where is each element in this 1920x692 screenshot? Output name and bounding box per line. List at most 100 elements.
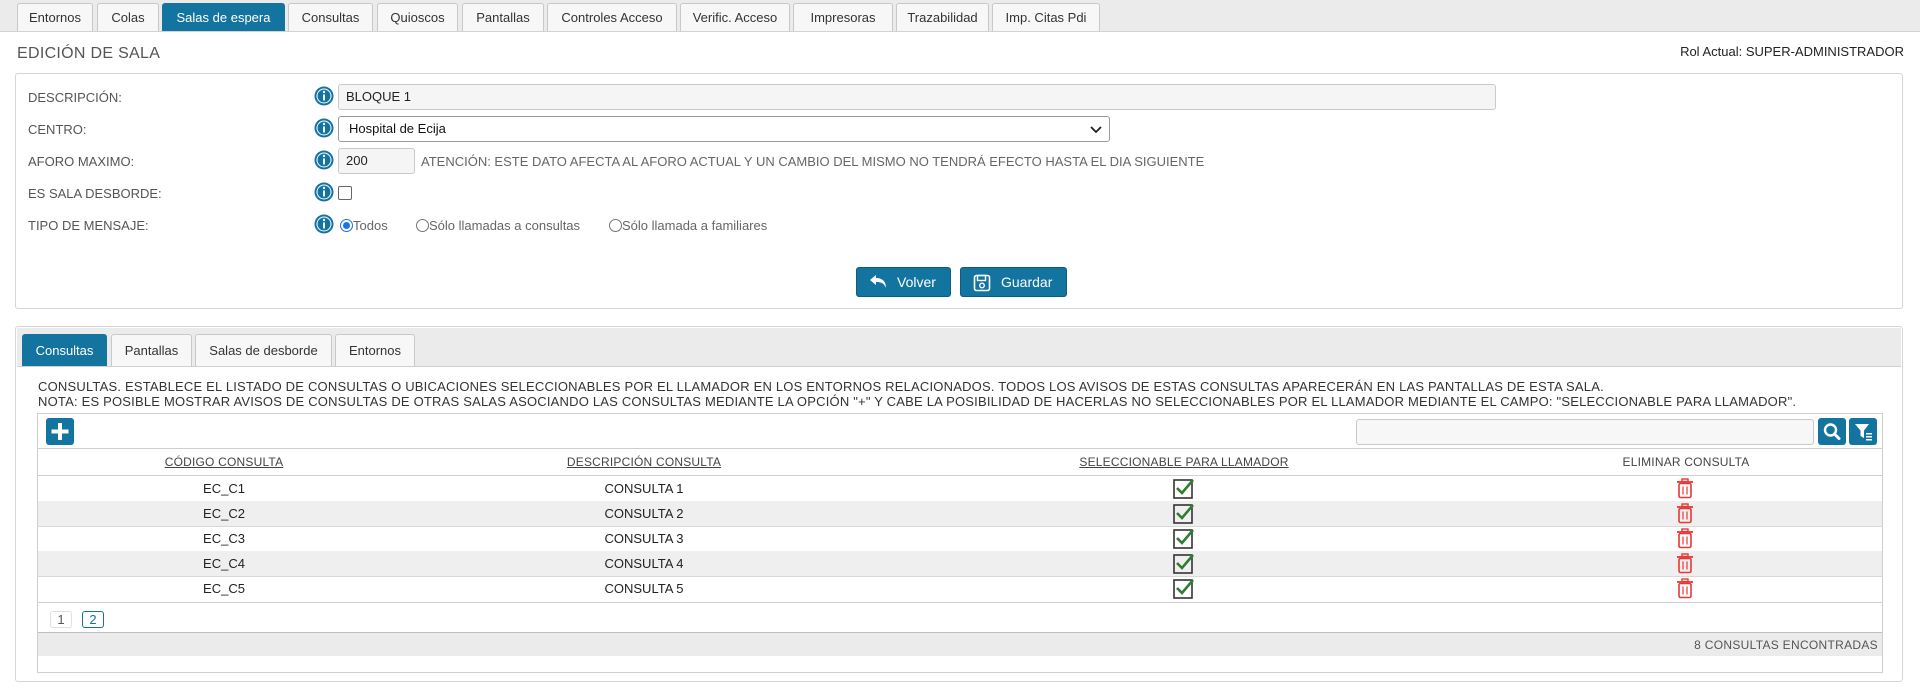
header-descripcion-consulta[interactable]: DESCRIPCIÓN CONSULTA xyxy=(410,455,878,469)
radio-solo-familiares-label: Sólo llamada a familiares xyxy=(622,218,768,233)
tab-entornos[interactable]: Entornos xyxy=(17,3,93,31)
filter-button[interactable] xyxy=(1849,418,1877,445)
subtab-consultas[interactable]: Consultas xyxy=(22,334,107,366)
back-button[interactable]: Volver xyxy=(856,267,951,297)
table-row: EC_C4 CONSULTA 4 xyxy=(38,551,1882,577)
subtab-entornos[interactable]: Entornos xyxy=(335,334,415,366)
header-eliminar-consulta: ELIMINAR CONSULTA xyxy=(1622,455,1750,469)
radio-solo-consultas-label: Sólo llamadas a consultas xyxy=(429,218,581,233)
filter-icon xyxy=(1855,424,1872,441)
top-tab-bar: Entornos Colas Salas de espera Consultas… xyxy=(0,0,1920,32)
cell-descripcion: CONSULTA 3 xyxy=(604,531,684,546)
table-row: EC_C5 CONSULTA 5 xyxy=(38,576,1882,601)
save-floppy-icon xyxy=(973,274,991,292)
page-1: 1 xyxy=(50,611,72,628)
add-consulta-button[interactable] xyxy=(46,418,74,445)
save-button-label: Guardar xyxy=(1001,274,1053,290)
search-input[interactable] xyxy=(1356,419,1814,445)
checkbox-checked-icon[interactable] xyxy=(1173,478,1195,499)
tab-impresoras[interactable]: Impresoras xyxy=(793,3,893,31)
search-button[interactable] xyxy=(1818,418,1846,445)
trash-icon[interactable] xyxy=(1676,528,1694,549)
tab-pantallas[interactable]: Pantallas xyxy=(462,3,544,31)
save-button[interactable]: Guardar xyxy=(960,267,1067,297)
tab-imp-citas-pdi[interactable]: Imp. Citas Pdi xyxy=(992,3,1100,31)
desborde-checkbox[interactable] xyxy=(338,186,352,200)
trash-icon[interactable] xyxy=(1676,553,1694,574)
tab-quioscos[interactable]: Quioscos xyxy=(377,3,458,31)
radio-todos-label: Todos xyxy=(353,218,388,233)
cell-descripcion: CONSULTA 5 xyxy=(604,581,684,596)
plus-icon xyxy=(51,423,69,440)
results-count: 8 CONSULTAS ENCONTRADAS xyxy=(1694,638,1878,652)
radio-solo-consultas[interactable] xyxy=(416,219,429,232)
centro-label: CENTRO: xyxy=(28,122,87,137)
consultas-description: CONSULTAS. ESTABLECE EL LISTADO DE CONSU… xyxy=(38,379,1604,394)
search-icon xyxy=(1823,423,1841,440)
undo-arrow-icon xyxy=(870,275,886,288)
info-icon[interactable] xyxy=(314,118,334,138)
checkbox-checked-icon[interactable] xyxy=(1173,553,1195,574)
checkbox-checked-icon[interactable] xyxy=(1173,503,1195,524)
info-icon[interactable] xyxy=(314,182,334,202)
descripcion-label: DESCRIPCIÓN: xyxy=(28,90,122,105)
info-icon[interactable] xyxy=(314,214,334,234)
tipo-mensaje-label: TIPO DE MENSAJE: xyxy=(28,218,149,233)
consultas-note: NOTA: ES POSIBLE MOSTRAR AVISOS DE CONSU… xyxy=(38,394,1797,409)
cell-descripcion: CONSULTA 2 xyxy=(604,506,684,521)
subtab-pantallas[interactable]: Pantallas xyxy=(111,334,192,366)
aforo-label: AFORO MAXIMO: xyxy=(28,154,135,169)
results-footer: 8 CONSULTAS ENCONTRADAS xyxy=(38,632,1882,656)
sub-tab-bar: Consultas Pantallas Salas de desborde En… xyxy=(17,328,1901,367)
subtab-salas-de-desborde[interactable]: Salas de desborde xyxy=(195,334,332,366)
header-codigo-consulta[interactable]: CÓDIGO CONSULTA xyxy=(38,455,410,469)
consultas-table: CÓDIGO CONSULTA DESCRIPCIÓN CONSULTA SEL… xyxy=(37,413,1883,673)
cell-codigo: EC_C2 xyxy=(203,506,245,521)
tab-consultas[interactable]: Consultas xyxy=(288,3,373,31)
consultas-panel: Consultas Pantallas Salas de desborde En… xyxy=(15,326,1903,682)
table-row: EC_C1 CONSULTA 1 xyxy=(38,476,1882,502)
cell-codigo: EC_C3 xyxy=(203,531,245,546)
room-edit-form: DESCRIPCIÓN: BLOQUE 1 CENTRO: Hospital d… xyxy=(15,73,1903,309)
aforo-warning: ATENCIÓN: ESTE DATO AFECTA AL AFORO ACTU… xyxy=(421,154,1205,169)
table-header: CÓDIGO CONSULTA DESCRIPCIÓN CONSULTA SEL… xyxy=(38,449,1882,476)
radio-solo-familiares[interactable] xyxy=(609,219,622,232)
cell-descripcion: CONSULTA 1 xyxy=(604,481,684,496)
descripcion-input[interactable]: BLOQUE 1 xyxy=(338,84,1496,110)
info-icon[interactable] xyxy=(314,86,334,106)
centro-selected-value: Hospital de Ecija xyxy=(349,121,446,136)
row-centro: CENTRO: Hospital de Ecija xyxy=(16,116,1896,142)
table-row: EC_C3 CONSULTA 3 xyxy=(38,526,1882,552)
current-role: Rol Actual: SUPER-ADMINISTRADOR xyxy=(1680,44,1904,59)
table-toolbar xyxy=(38,414,1882,449)
info-icon[interactable] xyxy=(314,150,334,170)
centro-select[interactable]: Hospital de Ecija xyxy=(338,116,1110,142)
back-button-label: Volver xyxy=(897,274,936,290)
tab-verific-acceso[interactable]: Verific. Acceso xyxy=(680,3,790,31)
row-aforo: AFORO MAXIMO: 200 ATENCIÓN: ESTE DATO AF… xyxy=(16,148,1896,174)
header-seleccionable[interactable]: SELECCIONABLE PARA LLAMADOR xyxy=(928,455,1440,469)
page-title: EDICIÓN DE SALA xyxy=(17,45,161,62)
checkbox-checked-icon[interactable] xyxy=(1173,578,1195,599)
tab-controles-acceso[interactable]: Controles Acceso xyxy=(547,3,677,31)
aforo-input[interactable]: 200 xyxy=(338,148,415,174)
cell-codigo: EC_C1 xyxy=(203,481,245,496)
trash-icon[interactable] xyxy=(1676,578,1694,599)
trash-icon[interactable] xyxy=(1676,478,1694,499)
tab-trazabilidad[interactable]: Trazabilidad xyxy=(896,3,989,31)
table-row: EC_C2 CONSULTA 2 xyxy=(38,501,1882,527)
row-descripcion: DESCRIPCIÓN: BLOQUE 1 xyxy=(16,84,1896,110)
cell-codigo: EC_C5 xyxy=(203,581,245,596)
page-2[interactable]: 2 xyxy=(82,611,104,628)
trash-icon[interactable] xyxy=(1676,503,1694,524)
desborde-label: ES SALA DESBORDE: xyxy=(28,186,162,201)
radio-todos[interactable] xyxy=(340,219,353,232)
row-desborde: ES SALA DESBORDE: xyxy=(16,180,1896,206)
cell-descripcion: CONSULTA 4 xyxy=(604,556,684,571)
checkbox-checked-icon[interactable] xyxy=(1173,528,1195,549)
tab-colas[interactable]: Colas xyxy=(97,3,159,31)
cell-codigo: EC_C4 xyxy=(203,556,245,571)
pagination: 1 2 xyxy=(38,602,1882,633)
chevron-down-icon xyxy=(1090,126,1102,134)
tab-salas-de-espera[interactable]: Salas de espera xyxy=(162,3,285,31)
